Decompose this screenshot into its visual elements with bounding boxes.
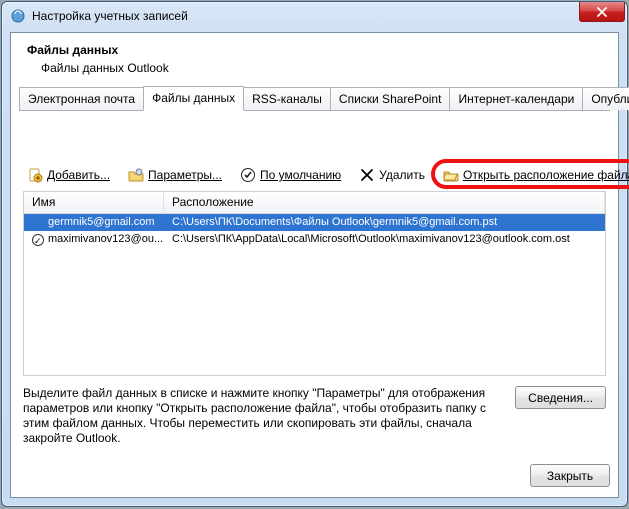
help-row: Выделите файл данных в списке и нажмите … bbox=[19, 376, 610, 446]
window-title: Настройка учетных записей bbox=[32, 9, 188, 23]
default-check-icon bbox=[32, 234, 44, 246]
default-indicator-placeholder bbox=[32, 217, 44, 229]
titlebar[interactable]: Настройка учетных записей bbox=[2, 2, 627, 30]
close-button[interactable]: Закрыть bbox=[530, 464, 610, 487]
dialog-footer: Закрыть bbox=[530, 464, 610, 487]
folder-gear-icon bbox=[128, 167, 144, 183]
delete-x-icon bbox=[359, 167, 375, 183]
client-area: Файлы данных Файлы данных Outlook Электр… bbox=[10, 32, 619, 498]
page-title: Файлы данных bbox=[27, 43, 602, 57]
settings-button[interactable]: Параметры... bbox=[124, 165, 226, 185]
page-header: Файлы данных Файлы данных Outlook bbox=[11, 33, 618, 87]
table-body: germnik5@gmail.com C:\Users\ПК\Documents… bbox=[24, 214, 605, 248]
add-button[interactable]: Добавить... bbox=[23, 165, 114, 185]
row-name: germnik5@gmail.com bbox=[48, 214, 155, 231]
tab-panel-data-files: Добавить... Параметры... По умолчанию bbox=[19, 159, 610, 453]
add-file-icon bbox=[27, 167, 43, 183]
tab-sharepoint[interactable]: Списки SharePoint bbox=[330, 87, 451, 110]
help-text: Выделите файл данных в списке и нажмите … bbox=[23, 386, 505, 446]
table-row[interactable]: maximivanov123@ou... C:\Users\ПК\AppData… bbox=[24, 231, 605, 248]
tab-email[interactable]: Электронная почта bbox=[19, 87, 144, 110]
page-subtitle: Файлы данных Outlook bbox=[27, 61, 602, 75]
delete-button[interactable]: Удалить bbox=[355, 165, 429, 185]
column-header-name[interactable]: Имя bbox=[24, 192, 164, 213]
tab-data-files[interactable]: Файлы данных bbox=[143, 86, 244, 111]
window-close-button[interactable] bbox=[579, 2, 625, 22]
table-row[interactable]: germnik5@gmail.com C:\Users\ПК\Documents… bbox=[24, 214, 605, 231]
tab-strip: Электронная почта Файлы данных RSS-канал… bbox=[19, 87, 610, 111]
app-icon bbox=[10, 8, 26, 24]
data-files-table: Имя Расположение germnik5@gmail.com C:\U… bbox=[23, 191, 606, 376]
details-button[interactable]: Сведения... bbox=[515, 386, 606, 409]
toolbar: Добавить... Параметры... По умолчанию bbox=[19, 159, 610, 191]
tab-internet-calendars[interactable]: Интернет-календари bbox=[449, 87, 583, 110]
open-folder-icon bbox=[443, 167, 459, 183]
row-name: maximivanov123@ou... bbox=[48, 231, 163, 248]
tab-rss[interactable]: RSS-каналы bbox=[243, 87, 331, 110]
table-header: Имя Расположение bbox=[24, 192, 605, 214]
row-location: C:\Users\ПК\Documents\Файлы Outlook\germ… bbox=[164, 214, 605, 231]
row-location: C:\Users\ПК\AppData\Local\Microsoft\Outl… bbox=[164, 231, 605, 248]
close-icon bbox=[596, 7, 608, 17]
set-default-button[interactable]: По умолчанию bbox=[236, 165, 345, 185]
check-circle-icon bbox=[240, 167, 256, 183]
dialog-window: Настройка учетных записей Файлы данных Ф… bbox=[1, 1, 628, 507]
open-file-location-button[interactable]: Открыть расположение файла... bbox=[439, 165, 629, 185]
tab-published[interactable]: Опубликован bbox=[582, 87, 629, 110]
column-header-location[interactable]: Расположение bbox=[164, 192, 605, 213]
